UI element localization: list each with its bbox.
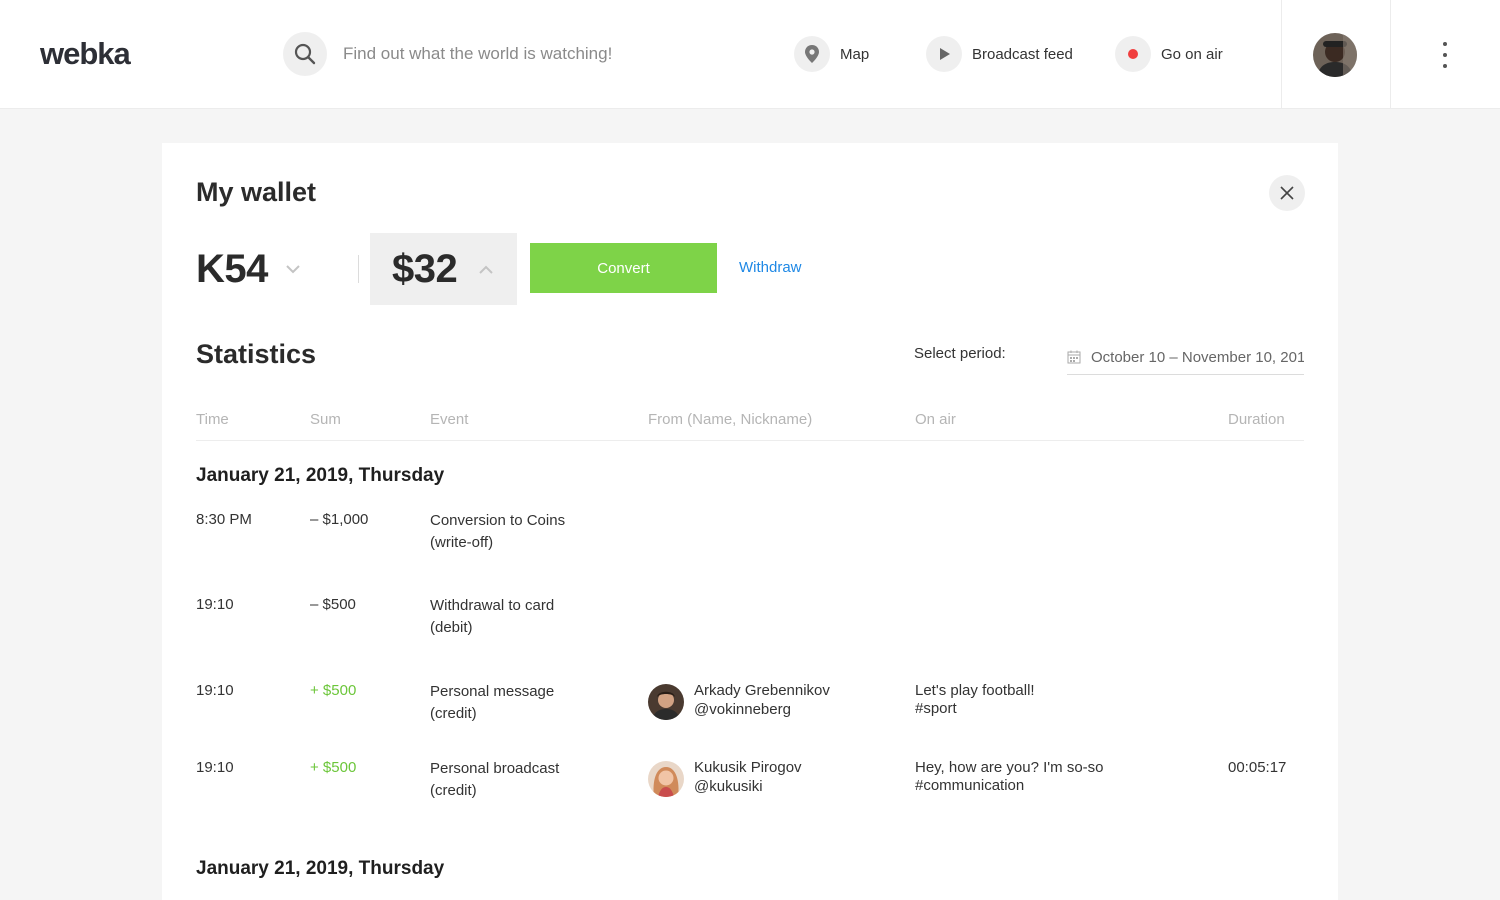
- page-title: My wallet: [196, 177, 317, 207]
- row-from-nickname[interactable]: @vokinneberg: [694, 700, 791, 719]
- nav-map-label: Map: [840, 45, 870, 63]
- row-sum: + $500: [310, 759, 357, 776]
- coins-value: K54: [196, 246, 268, 291]
- column-header-time[interactable]: Time: [196, 411, 229, 428]
- chevron-up-icon[interactable]: [479, 265, 493, 274]
- row-sum: – $500: [310, 596, 356, 613]
- period-label: Select period:: [914, 345, 1006, 362]
- column-header-from[interactable]: From (Name, Nickname): [648, 411, 812, 428]
- column-header-duration[interactable]: Duration: [1228, 411, 1285, 428]
- logo[interactable]: webka: [40, 36, 131, 72]
- balance-divider: [358, 255, 359, 283]
- search-button[interactable]: [283, 32, 327, 76]
- row-event-type: (debit): [430, 619, 473, 636]
- avatar[interactable]: [648, 684, 684, 720]
- search-icon: [294, 43, 316, 65]
- row-sum: – $1,000: [310, 511, 369, 528]
- row-on-air-title[interactable]: Let's play football!: [915, 681, 1035, 700]
- row-event-type: (write-off): [430, 534, 494, 551]
- row-time: 19:10: [196, 682, 234, 699]
- top-header: webka Map Broadcast feed Go: [0, 0, 1500, 109]
- row-from-name[interactable]: Arkady Grebennikov: [694, 681, 830, 700]
- nav-go-on-air[interactable]: Go on air: [1115, 36, 1223, 72]
- cash-balance[interactable]: $32: [370, 233, 517, 305]
- row-event: Conversion to Coins: [430, 512, 566, 529]
- row-event: Withdrawal to card: [430, 597, 555, 614]
- date-heading: January 21, 2019, Thursday: [196, 465, 445, 486]
- row-time: 19:10: [196, 596, 234, 613]
- calendar-icon: [1067, 350, 1081, 364]
- row-from-nickname[interactable]: @kukusiki: [694, 777, 763, 796]
- avatar[interactable]: [648, 761, 684, 797]
- row-from-name[interactable]: Kukusik Pirogov: [694, 758, 802, 777]
- more-menu-icon[interactable]: [1436, 40, 1454, 70]
- map-pin-icon: [794, 36, 830, 72]
- header-divider: [1281, 0, 1282, 108]
- column-header-sum[interactable]: Sum: [310, 411, 341, 428]
- row-event: Personal broadcast: [430, 760, 560, 777]
- statistics-title: Statistics: [196, 339, 317, 369]
- withdraw-link[interactable]: Withdraw: [739, 259, 802, 276]
- chevron-down-icon[interactable]: [286, 264, 300, 274]
- row-on-air-tag[interactable]: #sport: [915, 699, 957, 718]
- wallet-card: My wallet K54 $32 Convert Withdraw Stati…: [162, 143, 1338, 900]
- nav-broadcast-feed[interactable]: Broadcast feed: [926, 36, 1073, 72]
- row-on-air-tag[interactable]: #communication: [915, 776, 1024, 795]
- row-duration: 00:05:17: [1228, 759, 1287, 776]
- play-icon: [926, 36, 962, 72]
- nav-map[interactable]: Map: [794, 36, 869, 72]
- close-button[interactable]: [1269, 175, 1305, 211]
- row-time: 19:10: [196, 759, 234, 776]
- column-header-event[interactable]: Event: [430, 411, 468, 428]
- convert-button[interactable]: Convert: [530, 243, 717, 293]
- row-event-type: (credit): [430, 705, 477, 722]
- cash-value: $32: [392, 246, 458, 291]
- close-icon: [1280, 186, 1294, 200]
- row-event: Personal message: [430, 683, 555, 700]
- nav-go-on-air-label: Go on air: [1161, 45, 1223, 63]
- date-heading: January 21, 2019, Thursday: [196, 858, 445, 879]
- period-value: October 10 – November 10, 2019: [1091, 348, 1304, 366]
- search-input[interactable]: [343, 40, 743, 68]
- row-sum: + $500: [310, 682, 357, 699]
- coins-balance[interactable]: K54: [196, 243, 300, 295]
- row-time: 8:30 PM: [196, 511, 252, 528]
- header-divider-line: [196, 440, 1304, 441]
- row-on-air-title[interactable]: Hey, how are you? I'm so-so: [915, 758, 1104, 777]
- user-avatar[interactable]: [1313, 33, 1357, 77]
- record-dot-icon: [1115, 36, 1151, 72]
- column-header-on-air[interactable]: On air: [915, 411, 956, 428]
- row-event-type: (credit): [430, 782, 477, 799]
- nav-broadcast-feed-label: Broadcast feed: [972, 45, 1073, 63]
- period-picker[interactable]: October 10 – November 10, 2019: [1067, 340, 1304, 375]
- header-divider: [1390, 0, 1391, 108]
